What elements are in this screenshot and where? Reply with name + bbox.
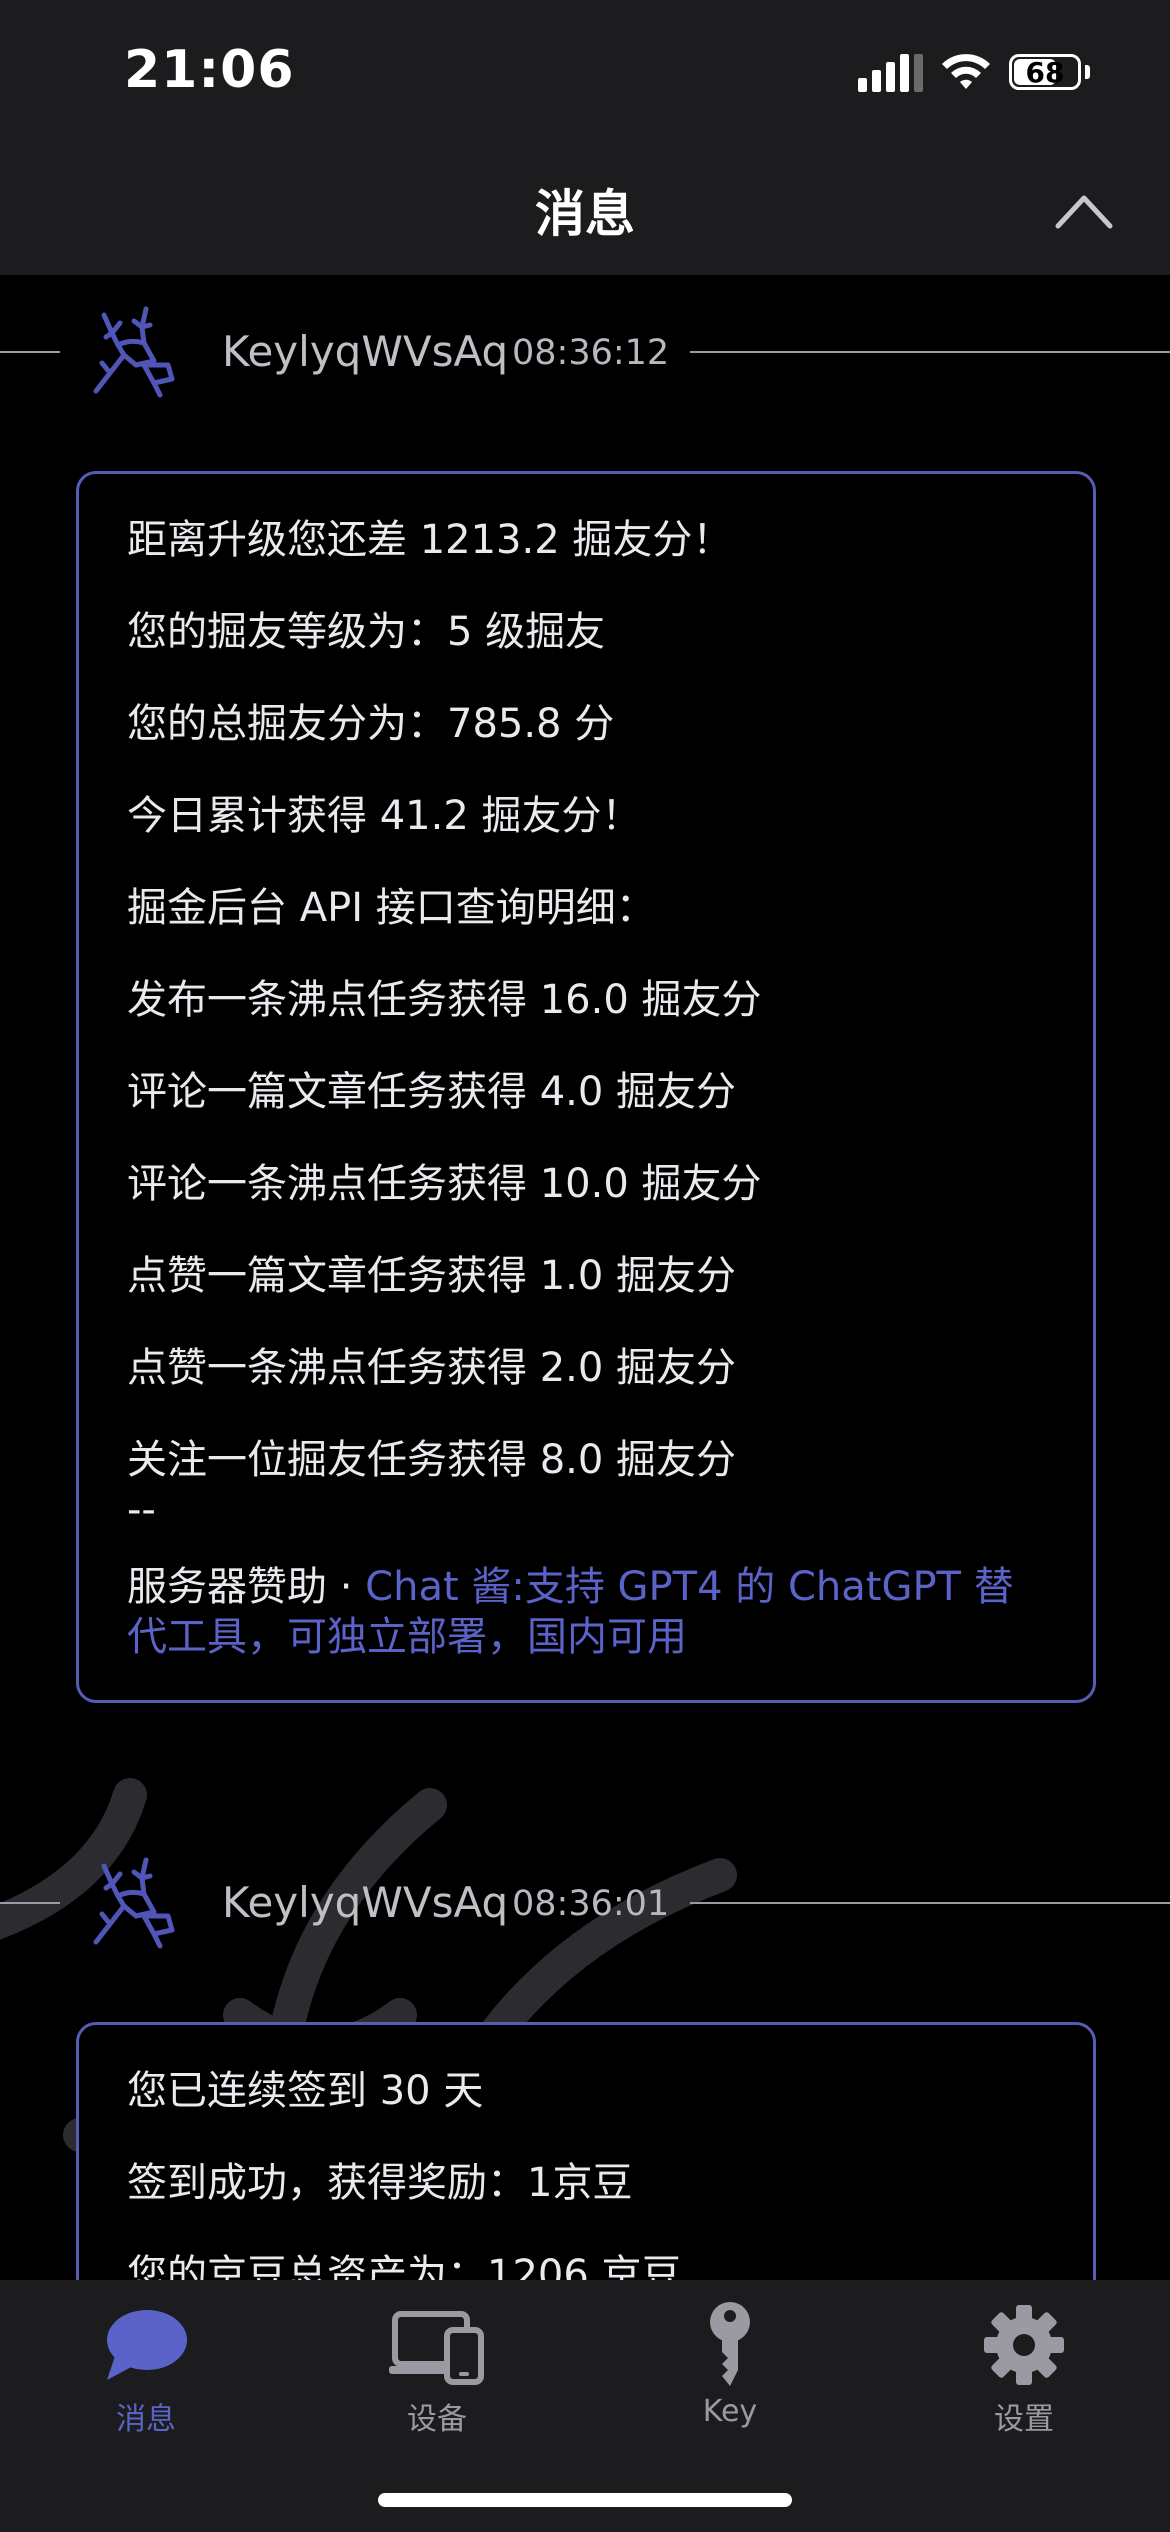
sponsor-line: 服务器赞助 · Chat 酱:支持 GPT4 的 ChatGPT 替代工具，可独… [127, 1562, 1045, 1662]
tab-label: 设置 [994, 2402, 1054, 2437]
devices-icon [389, 2311, 484, 2385]
message-line: 签到成功，获得奖励：1京豆 [127, 2160, 633, 2206]
page-title: 消息 [535, 185, 635, 243]
message-line: 掘金后台 API 接口查询明细： [127, 885, 656, 931]
deer-avatar-icon [93, 1857, 175, 1949]
message-separator: -- [127, 1487, 156, 1533]
tab-devices[interactable]: 设备 [337, 2300, 537, 2438]
battery-nub [1085, 65, 1090, 79]
message-line: 点赞一篇文章任务获得 1.0 掘友分 [127, 1253, 737, 1299]
sponsor-prefix: 服务器赞助 · [127, 1564, 366, 1610]
message-header: KeylyqWVsAq 08:36:01 [0, 1826, 1170, 1949]
message-line: 您的京豆总资产为：1206 京豆 [127, 2252, 682, 2280]
message-line: 评论一条沸点任务获得 10.0 掘友分 [127, 1161, 762, 1207]
battery-level: 68 [1025, 55, 1065, 89]
status-icons: 68 [858, 52, 1090, 92]
message-line: 距离升级您还差 1213.2 掘友分！ [127, 517, 733, 563]
tab-label: Key [702, 2394, 758, 2429]
message-line: 发布一条沸点任务获得 16.0 掘友分 [127, 977, 762, 1023]
deer-avatar-icon [93, 306, 175, 398]
tab-settings[interactable]: 设置 [924, 2300, 1124, 2438]
message-bubble[interactable]: 您已连续签到 30 天 签到成功，获得奖励：1京豆 您的京豆总资产为：1206 … [76, 2022, 1096, 2280]
message-list[interactable]: KeylyqWVsAq 08:36:12 距离升级您还差 1213.2 掘友分！… [0, 275, 1170, 2280]
tab-messages[interactable]: 消息 [46, 2300, 246, 2438]
message-line: 您已连续签到 30 天 [127, 2068, 484, 2114]
home-indicator[interactable] [378, 2493, 792, 2507]
message-line: 您的总掘友分为：785.8 分 [127, 701, 615, 747]
gear-icon [984, 2305, 1064, 2385]
message-line: 关注一位掘友任务获得 8.0 掘友分 [127, 1437, 737, 1483]
divider-line [0, 1902, 60, 1904]
chevron-up-icon[interactable] [1054, 186, 1114, 234]
battery-icon: 68 [1009, 54, 1081, 90]
message-line: 您的掘友等级为：5 级掘友 [127, 609, 606, 655]
tab-label: 消息 [116, 2402, 176, 2437]
divider-line [0, 351, 60, 353]
message-header: KeylyqWVsAq 08:36:12 [0, 275, 1170, 398]
message-line: 今日累计获得 41.2 掘友分！ [127, 793, 642, 839]
message-line: 评论一篇文章任务获得 4.0 掘友分 [127, 1069, 737, 1115]
sender-name: KeylyqWVsAq [222, 327, 509, 376]
divider-line [690, 351, 1170, 353]
signal-icon [858, 52, 923, 92]
message-time: 08:36:01 [512, 1884, 670, 1924]
message-time: 08:36:12 [512, 333, 670, 373]
sender-name: KeylyqWVsAq [222, 1878, 509, 1927]
status-bar: 21:06 68 [0, 0, 1170, 150]
divider-line [690, 1902, 1170, 1904]
wifi-icon [942, 54, 990, 89]
tab-key[interactable]: Key [630, 2300, 830, 2429]
tab-label: 设备 [407, 2402, 467, 2437]
key-icon [710, 2302, 750, 2386]
message-bubble[interactable]: 距离升级您还差 1213.2 掘友分！ 您的掘友等级为：5 级掘友 您的总掘友分… [76, 471, 1096, 1703]
chat-bubble-icon [107, 2310, 187, 2380]
status-time: 21:06 [124, 40, 295, 100]
message-line: 点赞一条沸点任务获得 2.0 掘友分 [127, 1345, 737, 1391]
navigation-bar: 消息 [0, 150, 1170, 275]
